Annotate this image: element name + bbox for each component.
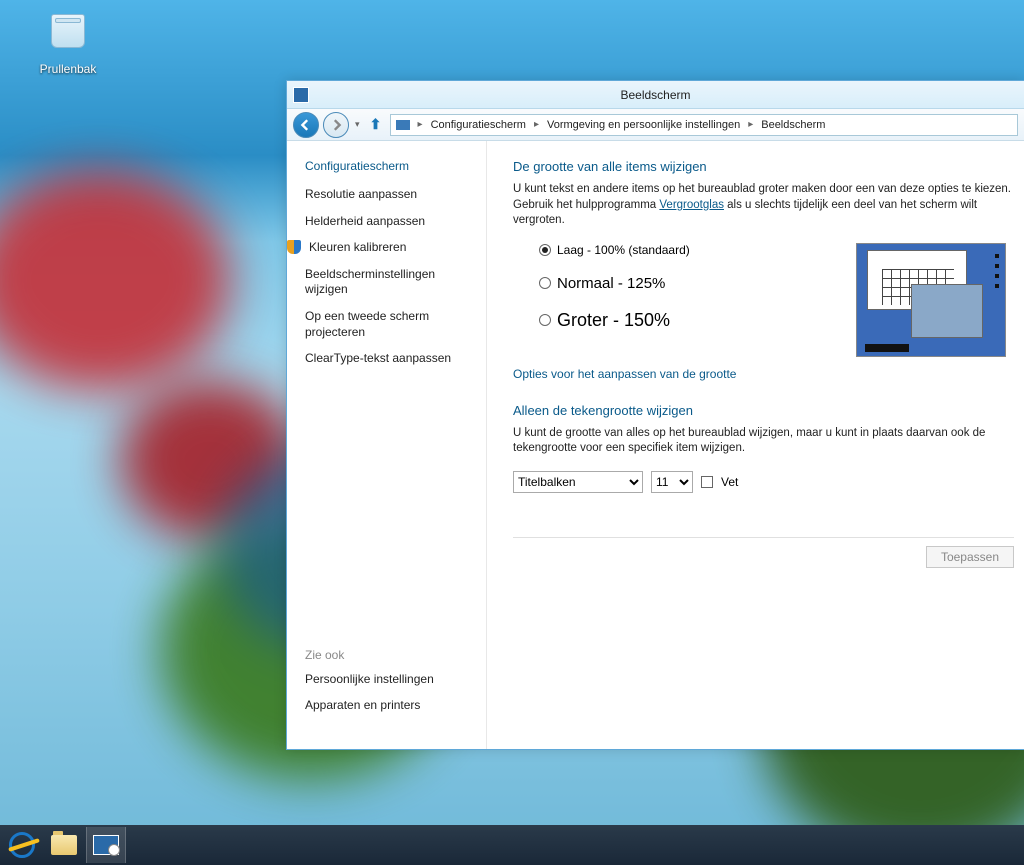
window-titlebar[interactable]: Beeldscherm (287, 81, 1024, 109)
item-select[interactable]: Titelbalken (513, 471, 643, 493)
sidebar-link-calibrate[interactable]: Kleuren kalibreren (305, 240, 486, 256)
bold-label: Vet (721, 475, 738, 489)
window-body: Configuratiescherm Resolutie aanpassen H… (287, 141, 1024, 749)
sidebar-home-link[interactable]: Configuratiescherm (305, 159, 486, 173)
radio-option-normal[interactable]: Normaal - 125% (539, 275, 826, 292)
radio-label: Normaal - 125% (557, 275, 665, 292)
control-panel-icon (395, 119, 411, 131)
sidebar-link-resolution[interactable]: Resolutie aanpassen (305, 187, 486, 203)
taskbar-control-panel-button[interactable] (86, 827, 126, 863)
sidebar-link-brightness[interactable]: Helderheid aanpassen (305, 214, 486, 230)
apply-button[interactable]: Toepassen (926, 546, 1014, 568)
section-resize-description: U kunt tekst en andere items op het bure… (513, 182, 1014, 229)
radio-button-icon[interactable] (539, 277, 551, 289)
nav-back-button[interactable] (293, 112, 319, 138)
radio-label: Groter - 150% (557, 310, 670, 331)
breadcrumb-item[interactable]: Configuratiescherm (428, 119, 529, 131)
nav-history-dropdown-icon[interactable]: ▾ (355, 119, 360, 130)
recycle-bin-desktop-icon[interactable]: Prullenbak (28, 6, 108, 76)
chevron-right-icon: ▸ (415, 119, 426, 130)
radio-button-icon[interactable] (539, 244, 551, 256)
chevron-right-icon: ▸ (745, 119, 756, 130)
control-panel-icon (93, 835, 119, 855)
taskbar[interactable] (0, 825, 1024, 865)
radio-label: Laag - 100% (standaard) (557, 243, 690, 257)
radio-button-icon[interactable] (539, 314, 551, 326)
window-icon (293, 87, 309, 103)
scaling-preview-illustration (856, 243, 1006, 357)
section-textsize-description: U kunt de grootte van alles op het burea… (513, 426, 1014, 457)
sidebar-link-cleartype[interactable]: ClearType-tekst aanpassen (305, 351, 486, 367)
font-size-select[interactable]: 11 (651, 471, 693, 493)
see-also-personalization[interactable]: Persoonlijke instellingen (305, 672, 486, 688)
magnifier-link[interactable]: Vergrootglas (659, 199, 724, 211)
nav-forward-button[interactable] (323, 112, 349, 138)
bold-checkbox[interactable] (701, 476, 713, 488)
nav-up-button[interactable]: ⬆ (366, 115, 386, 135)
taskbar-ie-button[interactable] (2, 827, 42, 863)
shield-icon (287, 240, 301, 254)
internet-explorer-icon (9, 832, 35, 858)
section-textsize-title: Alleen de tekengrootte wijzigen (513, 403, 1014, 418)
radio-option-larger[interactable]: Groter - 150% (539, 310, 826, 331)
section-resize-title: De grootte van alle items wijzigen (513, 159, 1014, 174)
window-title: Beeldscherm (620, 88, 690, 102)
address-breadcrumb[interactable]: ▸ Configuratiescherm ▸ Vormgeving en per… (390, 114, 1018, 136)
display-settings-window: Beeldscherm ▾ ⬆ ▸ Configuratiescherm ▸ V… (286, 80, 1024, 750)
sidebar: Configuratiescherm Resolutie aanpassen H… (287, 141, 487, 749)
wallpaper-blob (0, 170, 230, 390)
sidebar-link-project[interactable]: Op een tweede scherm projecteren (305, 309, 486, 340)
chevron-right-icon: ▸ (531, 119, 542, 130)
radio-option-low[interactable]: Laag - 100% (standaard) (539, 243, 826, 257)
file-explorer-icon (51, 835, 77, 855)
sidebar-link-display-settings[interactable]: Beeldscherminstellingen wijzigen (305, 267, 486, 298)
content-pane: De grootte van alle items wijzigen U kun… (487, 141, 1024, 749)
see-also-heading: Zie ook (305, 648, 486, 662)
see-also-devices[interactable]: Apparaten en printers (305, 698, 486, 714)
recycle-bin-label: Prullenbak (28, 62, 108, 76)
navigation-toolbar: ▾ ⬆ ▸ Configuratiescherm ▸ Vormgeving en… (287, 109, 1024, 141)
recycle-bin-icon (45, 14, 91, 60)
taskbar-explorer-button[interactable] (44, 827, 84, 863)
divider (513, 537, 1014, 538)
breadcrumb-item[interactable]: Vormgeving en persoonlijke instellingen (544, 119, 743, 131)
size-options-link[interactable]: Opties voor het aanpassen van de grootte (513, 367, 736, 381)
breadcrumb-item[interactable]: Beeldscherm (758, 119, 828, 131)
